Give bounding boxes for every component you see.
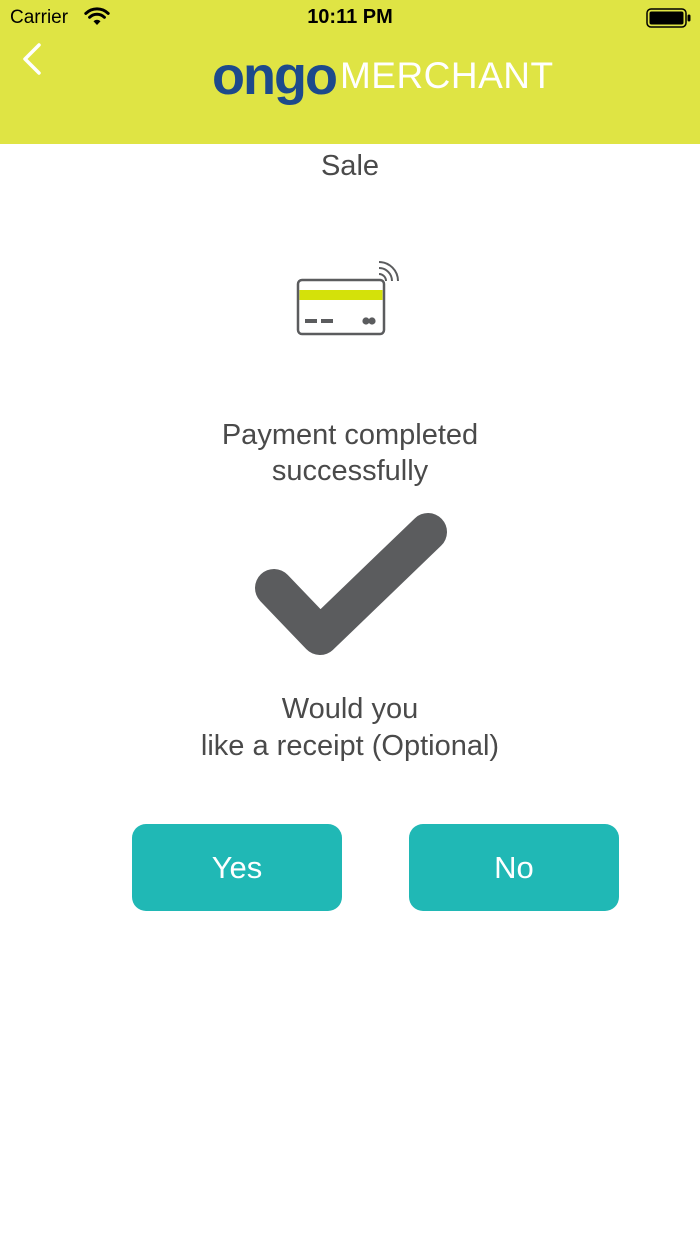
header-bar: Carrier 10:11 PM ongo MERCHANT	[0, 0, 700, 144]
brand-product: MERCHANT	[339, 55, 554, 96]
yes-button-label: Yes	[211, 849, 263, 885]
status-bar: Carrier 10:11 PM	[0, 0, 700, 36]
contactless-card-icon	[296, 261, 399, 336]
receipt-question-line1: Would you	[281, 693, 419, 725]
receipt-question-line2: like a receipt (Optional)	[200, 730, 500, 762]
no-button-label: No	[494, 849, 534, 885]
screen: Carrier 10:11 PM ongo MERCHANT Sale Paym…	[0, 0, 700, 1244]
yes-button[interactable]: Yes	[132, 824, 342, 911]
status-time: 10:11 PM	[307, 6, 393, 28]
brand-name: ongo	[212, 46, 338, 106]
chevron-left-icon	[23, 43, 41, 75]
no-button[interactable]: No	[409, 824, 619, 911]
back-button[interactable]	[14, 38, 54, 82]
status-message-line2: successfully	[271, 455, 429, 487]
brand-logo: ongo MERCHANT	[212, 48, 554, 108]
page-title: Sale	[320, 150, 380, 182]
status-message: Payment completed successfully	[0, 417, 700, 489]
battery-icon	[646, 8, 691, 28]
checkmark-icon	[255, 513, 447, 655]
status-message-line1: Payment completed	[221, 419, 479, 451]
receipt-question: Would you like a receipt (Optional)	[0, 691, 700, 765]
